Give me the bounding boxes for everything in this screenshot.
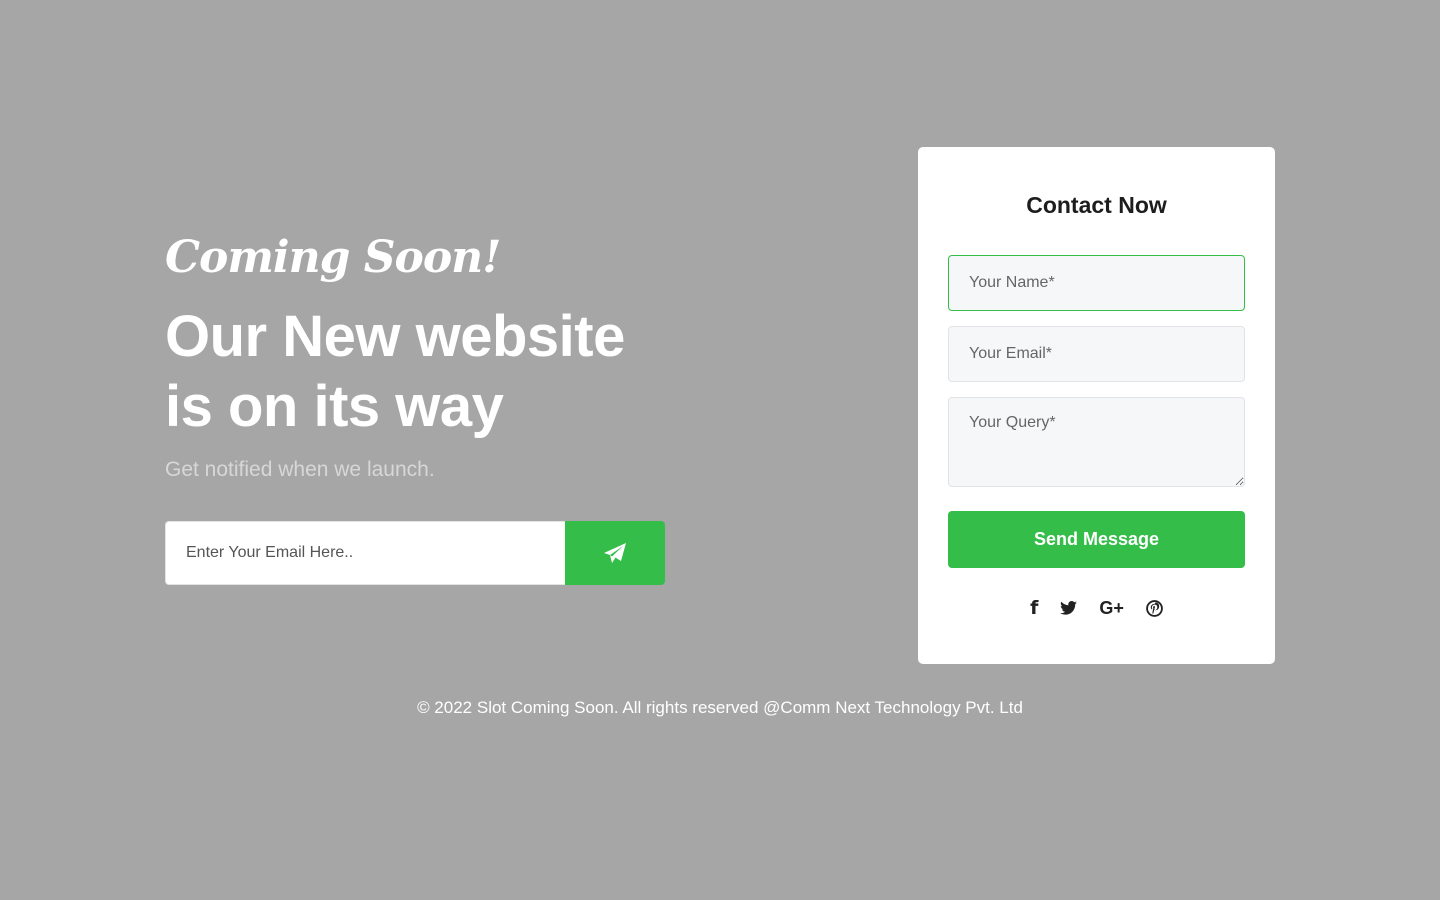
twitter-icon [1060,601,1078,615]
query-field[interactable] [948,397,1245,487]
twitter-link[interactable] [1060,601,1078,615]
social-links: f G+ [948,597,1245,619]
hero-section: Coming Soon! Our New website is on its w… [165,228,725,484]
headline-line-1: Our New website [165,304,625,369]
subscribe-form [165,521,665,585]
headline-line-2: is on its way [165,374,504,439]
paper-plane-icon [604,543,626,563]
subtitle: Get notified when we launch. [165,458,435,481]
coming-soon-title: Coming Soon! [165,232,502,283]
facebook-icon: f [1030,597,1039,619]
footer-copyright: © 2022 Slot Coming Soon. All rights rese… [417,698,1023,717]
name-field[interactable] [948,255,1245,311]
headline: Our New website is on its way [165,302,725,442]
subscribe-submit-button[interactable] [565,521,665,585]
email-field[interactable] [948,326,1245,382]
subscribe-email-input[interactable] [165,521,565,585]
contact-card: Contact Now Send Message f G+ [918,147,1275,664]
google-plus-icon: G+ [1099,597,1124,618]
google-plus-link[interactable]: G+ [1099,598,1124,619]
contact-title: Contact Now [1026,192,1167,218]
send-message-button[interactable]: Send Message [948,511,1245,568]
facebook-link[interactable]: f [1030,597,1038,619]
pinterest-link[interactable] [1146,599,1163,617]
pinterest-icon [1146,599,1163,617]
